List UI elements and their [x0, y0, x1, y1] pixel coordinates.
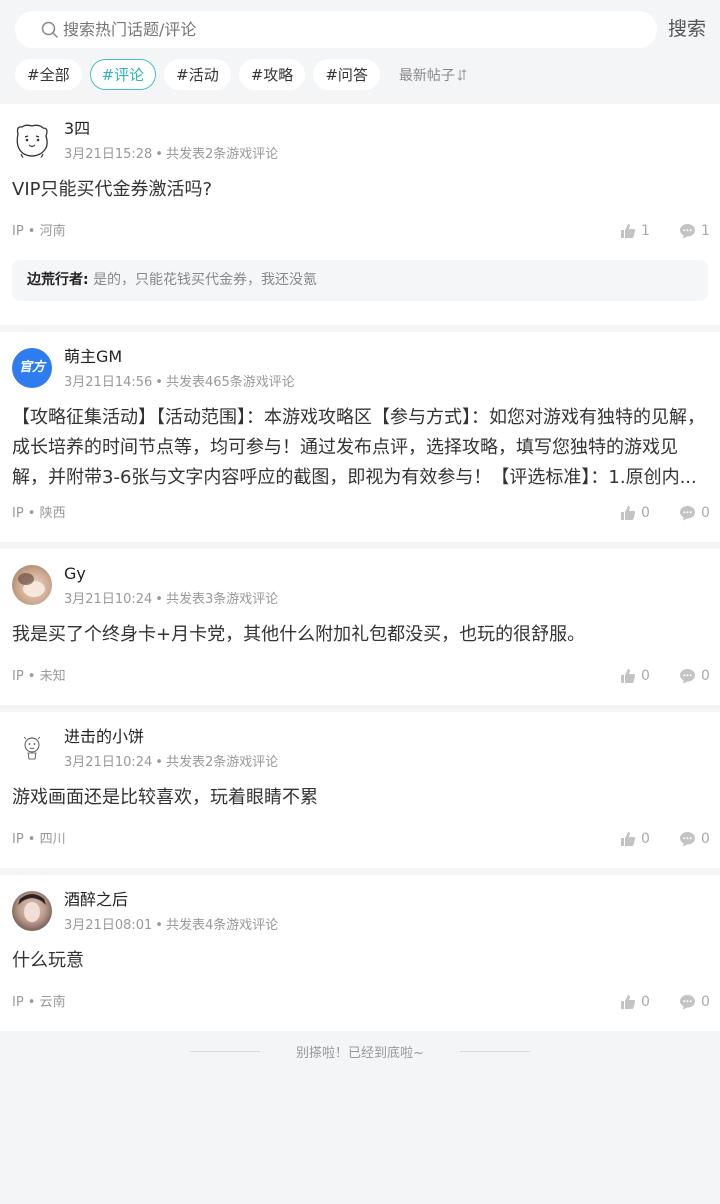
post-card[interactable]: 官方 萌主GM 3月21日14:56 • 共发表465条游戏评论 【攻略征集活动】【…: [0, 332, 720, 542]
post-meta: 3月21日08:01 • 共发表4条游戏评论: [64, 918, 279, 933]
like-count: 0: [641, 505, 650, 521]
tag-all[interactable]: #全部: [15, 59, 82, 90]
tag-comment[interactable]: #评论: [89, 59, 157, 90]
end-of-list-text: 别搽啦！已经到底啦~: [296, 1045, 424, 1061]
review-count: 共发表2条游戏评论: [165, 755, 279, 770]
comment-count: 0: [701, 994, 710, 1010]
search-icon: [41, 21, 58, 38]
official-badge: 官方: [18, 360, 45, 375]
post-time: 3月21日15:28: [64, 147, 153, 162]
header: 搜索 #全部 #评论 #活动 #攻略 #问答 最新帖子: [0, 0, 720, 104]
avatar[interactable]: [12, 120, 52, 160]
comment-icon: [680, 995, 695, 1010]
cartoon-face-icon: [16, 124, 48, 159]
post-meta: 3月21日15:28 • 共发表2条游戏评论: [64, 147, 279, 162]
comment-button[interactable]: 0: [679, 994, 710, 1010]
post-card[interactable]: Gy 3月21日10:24 • 共发表3条游戏评论 我是买了个终身卡+月卡党，其他什…: [0, 549, 720, 705]
post-content[interactable]: 我是买了个终身卡+月卡党，其他什么附加礼包都没买，也玩的很舒服。: [12, 620, 708, 650]
comment-count: 0: [701, 668, 710, 684]
tag-qa[interactable]: #问答: [313, 59, 380, 90]
tag-bar: #全部 #评论 #活动 #攻略 #问答 最新帖子: [15, 59, 467, 90]
thumbs-up-icon: [621, 224, 636, 238]
review-count: 共发表2条游戏评论: [165, 147, 279, 162]
post-time: 3月21日10:24: [64, 755, 153, 770]
username[interactable]: 萌主GM: [64, 347, 122, 367]
username[interactable]: 3四: [64, 119, 90, 139]
thumbs-up-icon: [621, 506, 636, 520]
search-input[interactable]: [63, 11, 623, 48]
post-meta: 3月21日10:24 • 共发表3条游戏评论: [64, 592, 279, 607]
review-count: 共发表3条游戏评论: [165, 592, 279, 607]
post-meta: 3月21日14:56 • 共发表465条游戏评论: [64, 375, 295, 390]
avatar[interactable]: [12, 565, 52, 605]
like-button[interactable]: 0: [620, 505, 650, 521]
like-count: 0: [641, 994, 650, 1010]
post-card[interactable]: 进击的小饼 3月21日10:24 • 共发表2条游戏评论 游戏画面还是比较喜欢，玩着…: [0, 712, 720, 868]
like-button[interactable]: 0: [620, 831, 650, 847]
comment-count: 0: [701, 505, 710, 521]
ip-location: IP • 云南: [12, 995, 66, 1010]
post-content[interactable]: 什么玩意: [12, 946, 708, 976]
post-card[interactable]: 3四 3月21日15:28 • 共发表2条游戏评论 VIP只能买代金券激活吗? IP…: [0, 104, 720, 325]
ip-location: IP • 河南: [12, 224, 66, 239]
post-content[interactable]: VIP只能买代金券激活吗?: [12, 175, 708, 205]
tag-activity[interactable]: #活动: [164, 59, 231, 90]
divider: [190, 1050, 261, 1052]
post-card[interactable]: 酒醉之后 3月21日08:01 • 共发表4条游戏评论 什么玩意 IP • 云南 0…: [0, 875, 720, 1031]
reply-author: 边荒行者:: [27, 272, 89, 288]
like-count: 0: [641, 831, 650, 847]
thumbs-up-icon: [621, 995, 636, 1009]
avatar[interactable]: [12, 728, 52, 768]
post-content[interactable]: 【攻略征集活动】【活动范围】：本游戏攻略区【参与方式】：如您对游戏有独特的见解，…: [12, 403, 708, 493]
tag-guide[interactable]: #攻略: [238, 59, 306, 90]
like-count: 1: [641, 223, 650, 239]
comment-button[interactable]: 0: [679, 505, 710, 521]
search-box[interactable]: [15, 11, 657, 48]
sort-arrows-icon: [457, 68, 467, 81]
comment-icon: [680, 669, 695, 684]
thumbs-up-icon: [621, 669, 636, 683]
like-button[interactable]: 0: [620, 668, 650, 684]
reply-preview[interactable]: 边荒行者: 是的，只能花钱买代金券，我还没氪: [12, 260, 708, 301]
search-button[interactable]: 搜索: [668, 17, 706, 41]
comment-icon: [680, 506, 695, 521]
comment-count: 0: [701, 831, 710, 847]
thumbs-up-icon: [621, 832, 636, 846]
ip-location: IP • 陕西: [12, 506, 66, 521]
like-count: 0: [641, 668, 650, 684]
sort-label: 最新帖子: [398, 67, 455, 84]
post-time: 3月21日08:01: [64, 918, 153, 933]
comment-count: 1: [701, 223, 710, 239]
ip-location: IP • 未知: [12, 669, 66, 684]
review-count: 共发表465条游戏评论: [165, 375, 295, 390]
post-time: 3月21日10:24: [64, 592, 153, 607]
comment-button[interactable]: 1: [679, 223, 710, 239]
comment-button[interactable]: 0: [679, 831, 710, 847]
sketch-avatar: [23, 736, 41, 760]
comment-icon: [680, 224, 695, 239]
avatar[interactable]: [12, 891, 52, 931]
comment-button[interactable]: 0: [679, 668, 710, 684]
divider: [459, 1050, 530, 1052]
post-meta: 3月21日10:24 • 共发表2条游戏评论: [64, 755, 279, 770]
photo-avatar: [18, 894, 46, 922]
post-content[interactable]: 游戏画面还是比较喜欢，玩着眼睛不累: [12, 783, 708, 813]
username[interactable]: 进击的小饼: [64, 727, 144, 747]
photo-avatar: [18, 573, 45, 597]
avatar[interactable]: 官方: [12, 348, 52, 388]
sort-button[interactable]: 最新帖子: [399, 65, 467, 85]
comment-icon: [680, 832, 695, 847]
like-button[interactable]: 0: [620, 994, 650, 1010]
end-of-list-note: 别搽啦！已经到底啦~: [0, 1042, 720, 1061]
ip-location: IP • 四川: [12, 832, 66, 847]
reply-text: 是的，只能花钱买代金券，我还没氪: [93, 272, 318, 288]
review-count: 共发表4条游戏评论: [165, 918, 279, 933]
like-button[interactable]: 1: [620, 223, 650, 239]
post-time: 3月21日14:56: [64, 375, 153, 390]
username[interactable]: 酒醉之后: [64, 890, 128, 910]
username[interactable]: Gy: [64, 564, 86, 584]
